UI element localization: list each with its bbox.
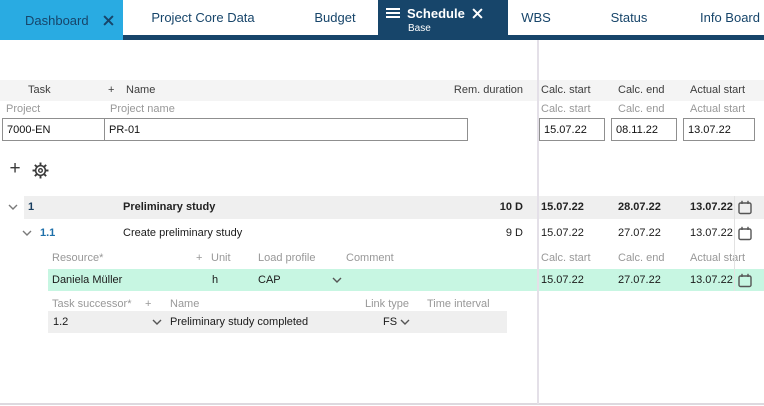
task-actual-start: 13.07.22 <box>690 222 733 245</box>
label-actual-start: Actual start <box>690 102 745 117</box>
schedule-page: Dashboard Project Core Data Budget Sched… <box>0 0 764 406</box>
calendar-column-divider <box>734 196 735 291</box>
project-actual-start-input[interactable] <box>683 118 755 141</box>
col-header-actual-start: Actual start <box>690 80 745 101</box>
label-calc-end: Calc. end <box>618 102 664 117</box>
resource-name: Daniela Müller <box>52 269 122 291</box>
project-name-input[interactable] <box>104 118 468 141</box>
task-rem-duration: 10 D <box>500 196 523 219</box>
resource-row[interactable]: Daniela Müller h CAP 15.07.22 27.07.22 1… <box>0 269 764 291</box>
project-calc-end-input[interactable] <box>611 118 677 141</box>
resource-actual-start: 13.07.22 <box>690 269 733 291</box>
task-number: 1 <box>28 196 34 219</box>
col-header-actual-start: Actual start <box>690 251 745 266</box>
col-header-link-type: Link type <box>365 297 409 311</box>
successor-link-type: FS <box>383 311 397 333</box>
col-header-rem-duration: Rem. duration <box>454 80 523 101</box>
chevron-down-icon[interactable] <box>400 319 410 326</box>
menu-icon[interactable] <box>386 8 400 18</box>
chevron-down-icon[interactable] <box>152 319 162 326</box>
col-header-calc-end: Calc. end <box>618 80 664 101</box>
col-header-comment: Comment <box>346 251 394 266</box>
tab-label: WBS <box>521 10 551 25</box>
tab-wbs[interactable]: WBS <box>500 0 572 35</box>
resource-load-profile: CAP <box>258 269 281 291</box>
task-calc-start: 15.07.22 <box>541 222 584 245</box>
bottom-divider <box>0 403 764 405</box>
gear-icon <box>32 162 49 179</box>
successor-id: 1.2 <box>53 311 68 333</box>
calendar-icon[interactable] <box>738 273 752 288</box>
tab-label: Dashboard <box>25 13 89 28</box>
task-row-1-1[interactable]: 1.1 Create preliminary study 9 D 15.07.2… <box>0 222 764 245</box>
task-actual-start: 13.07.22 <box>690 196 733 219</box>
col-header-load-profile: Load profile <box>258 251 316 266</box>
project-input-row <box>0 118 764 142</box>
add-task-button[interactable]: + <box>4 158 26 180</box>
tab-dashboard[interactable]: Dashboard <box>0 0 123 40</box>
tab-label: Status <box>611 10 648 25</box>
col-header-task: Task <box>28 80 51 101</box>
tab-label: Project Core Data <box>151 10 254 25</box>
task-toolbar: + <box>0 158 764 182</box>
tab-sublabel: Base <box>386 23 508 34</box>
add-resource-icon[interactable]: + <box>196 251 202 266</box>
task-calc-end: 28.07.22 <box>618 196 661 219</box>
tab-project-core-data[interactable]: Project Core Data <box>125 0 281 35</box>
label-calc-start: Calc. start <box>541 102 591 117</box>
task-name: Preliminary study <box>123 196 215 219</box>
chevron-down-icon[interactable] <box>332 277 342 284</box>
col-header-calc-start: Calc. start <box>541 251 591 266</box>
calendar-icon[interactable] <box>738 226 752 241</box>
col-header-name: Name <box>126 80 155 101</box>
project-label-row: Project Project name Calc. start Calc. e… <box>0 102 764 117</box>
successor-row[interactable]: 1.2 Preliminary study completed FS <box>0 311 764 333</box>
col-header-time-interval: Time interval <box>427 297 490 311</box>
tab-label: Schedule <box>407 6 465 21</box>
close-icon[interactable] <box>472 8 483 19</box>
resource-calc-end: 27.07.22 <box>618 269 661 291</box>
add-column-icon[interactable]: + <box>108 80 114 101</box>
chevron-down-icon[interactable] <box>22 230 32 237</box>
tab-budget[interactable]: Budget <box>290 0 380 35</box>
project-calc-start-input[interactable] <box>539 118 605 141</box>
col-header-resource: Resource* <box>52 251 103 266</box>
task-number: 1.1 <box>40 222 55 245</box>
add-successor-icon[interactable]: + <box>145 297 151 311</box>
tab-info-board[interactable]: Info Board <box>692 0 764 35</box>
chevron-down-icon[interactable] <box>8 204 18 211</box>
tab-schedule[interactable]: Schedule Base <box>378 0 508 40</box>
column-divider <box>537 40 539 404</box>
tab-label: Budget <box>314 10 355 25</box>
task-rem-duration: 9 D <box>506 222 523 245</box>
calendar-icon[interactable] <box>738 200 752 215</box>
col-header-name: Name <box>170 297 199 311</box>
tab-status[interactable]: Status <box>593 0 665 35</box>
task-name: Create preliminary study <box>123 222 242 245</box>
label-project: Project <box>6 102 40 117</box>
task-calc-start: 15.07.22 <box>541 196 584 219</box>
tab-label: Info Board <box>700 10 760 25</box>
successor-header-row: Task successor* + Name Link type Time in… <box>0 297 764 311</box>
tab-bar: Dashboard Project Core Data Budget Sched… <box>0 0 764 40</box>
grid-header-row: Task + Name Rem. duration Calc. start Ca… <box>0 80 764 101</box>
task-calc-end: 27.07.22 <box>618 222 661 245</box>
label-project-name: Project name <box>110 102 175 117</box>
resource-calc-start: 15.07.22 <box>541 269 584 291</box>
resource-unit: h <box>212 269 218 291</box>
col-header-unit: Unit <box>211 251 231 266</box>
col-header-calc-end: Calc. end <box>618 251 664 266</box>
resource-header-row: Resource* + Unit Load profile Comment Ca… <box>0 251 764 266</box>
settings-button[interactable] <box>29 158 51 180</box>
col-header-calc-start: Calc. start <box>541 80 591 101</box>
col-header-task-successor: Task successor* <box>52 297 131 311</box>
task-row-1[interactable]: 1 Preliminary study 10 D 15.07.22 28.07.… <box>0 196 764 219</box>
successor-name: Preliminary study completed <box>170 311 308 333</box>
close-icon[interactable] <box>103 15 114 26</box>
project-id-input[interactable] <box>2 118 105 141</box>
